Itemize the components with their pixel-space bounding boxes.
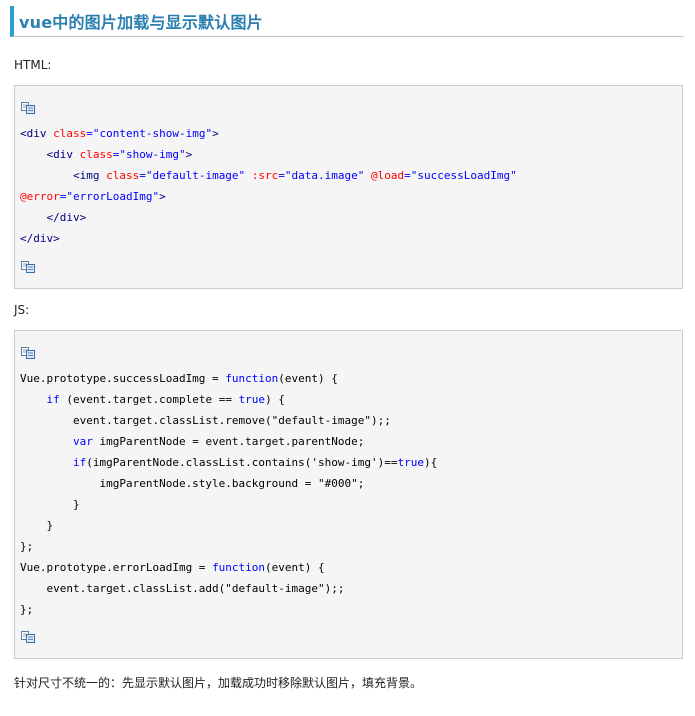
code-token: }: [20, 498, 80, 511]
html-code: <div class="content-show-img"> <div clas…: [20, 123, 517, 249]
code-line: if (event.target.complete == true) {: [20, 389, 437, 410]
code-token: </div>: [20, 232, 60, 245]
code-token: >: [185, 148, 193, 161]
footer-note: 针对尺寸不统一的：先显示默认图片，加载成功时移除默认图片，填充背景。: [14, 676, 423, 690]
code-token: function: [212, 561, 266, 574]
code-token: ="show-img": [112, 148, 186, 161]
code-token: true: [238, 393, 266, 406]
code-token: ) {: [265, 393, 285, 406]
code-token: <div: [20, 127, 54, 140]
code-token: imgParentNode.style.background = "#000";: [20, 477, 365, 490]
code-line: </div>: [20, 207, 517, 228]
js-section-label: JS:: [14, 303, 30, 317]
code-line: };: [20, 599, 437, 620]
html-section-label: HTML:: [14, 58, 52, 72]
code-line: imgParentNode.style.background = "#000";: [20, 473, 437, 494]
js-code: Vue.prototype.successLoadImg = function(…: [20, 368, 437, 620]
code-token: event.target.classList.add("default-imag…: [20, 582, 345, 595]
code-token: @load: [371, 169, 405, 182]
code-token: :src: [251, 169, 279, 182]
code-token: var: [72, 435, 93, 448]
code-token: class: [53, 127, 87, 140]
code-token: };: [20, 540, 34, 553]
copy-code-icon[interactable]: [21, 102, 35, 114]
code-token: <div: [20, 148, 80, 161]
code-token: ="errorLoadImg": [59, 190, 160, 203]
code-token: class: [106, 169, 140, 182]
code-token: if: [46, 393, 60, 406]
code-line: };: [20, 536, 437, 557]
code-line: }: [20, 515, 437, 536]
code-token: true: [397, 456, 425, 469]
code-token: event.target.classList.remove("default-i…: [20, 414, 391, 427]
code-token: <img: [20, 169, 107, 182]
copy-code-icon[interactable]: [21, 261, 35, 273]
code-token: class: [79, 148, 113, 161]
code-token: function: [225, 372, 279, 385]
code-token: ="default-image": [139, 169, 252, 182]
code-token: (event.target.complete ==: [59, 393, 239, 406]
code-token: ="content-show-img": [86, 127, 213, 140]
title-bar: vue中的图片加载与显示默认图片: [10, 6, 684, 37]
code-token: ="successLoadImg": [404, 169, 517, 182]
code-token: (imgParentNode.classList.contains('show-…: [86, 456, 398, 469]
copy-code-icon[interactable]: [21, 347, 35, 359]
code-token: };: [20, 603, 34, 616]
code-line: }: [20, 494, 437, 515]
copy-code-icon[interactable]: [21, 631, 35, 643]
code-line: <div class="show-img">: [20, 144, 517, 165]
html-code-block: <div class="content-show-img"> <div clas…: [14, 85, 683, 289]
code-line: </div>: [20, 228, 517, 249]
code-line: @error="errorLoadImg">: [20, 186, 517, 207]
code-token: @error: [20, 190, 60, 203]
code-line: Vue.prototype.successLoadImg = function(…: [20, 368, 437, 389]
code-line: event.target.classList.add("default-imag…: [20, 578, 437, 599]
code-token: >: [212, 127, 219, 140]
code-token: ){: [424, 456, 438, 469]
code-token: (event) {: [265, 561, 325, 574]
code-token: ="data.image": [278, 169, 372, 182]
code-token: >: [159, 190, 166, 203]
code-token: (event) {: [278, 372, 338, 385]
code-token: if: [72, 456, 87, 469]
code-line: if(imgParentNode.classList.contains('sho…: [20, 452, 437, 473]
code-token: Vue.prototype.successLoadImg =: [20, 372, 226, 385]
code-line: <div class="content-show-img">: [20, 123, 517, 144]
code-token: }: [20, 519, 54, 532]
page-title: vue中的图片加载与显示默认图片: [19, 13, 263, 32]
code-token: </div>: [20, 211, 87, 224]
code-token: imgParentNode = event.target.parentNode;: [92, 435, 365, 448]
code-line: <img class="default-image" :src="data.im…: [20, 165, 517, 186]
code-line: event.target.classList.remove("default-i…: [20, 410, 437, 431]
code-token: Vue.prototype.errorLoadImg =: [20, 561, 213, 574]
code-line: var imgParentNode = event.target.parentN…: [20, 431, 437, 452]
code-line: Vue.prototype.errorLoadImg = function(ev…: [20, 557, 437, 578]
js-code-block: Vue.prototype.successLoadImg = function(…: [14, 330, 683, 659]
